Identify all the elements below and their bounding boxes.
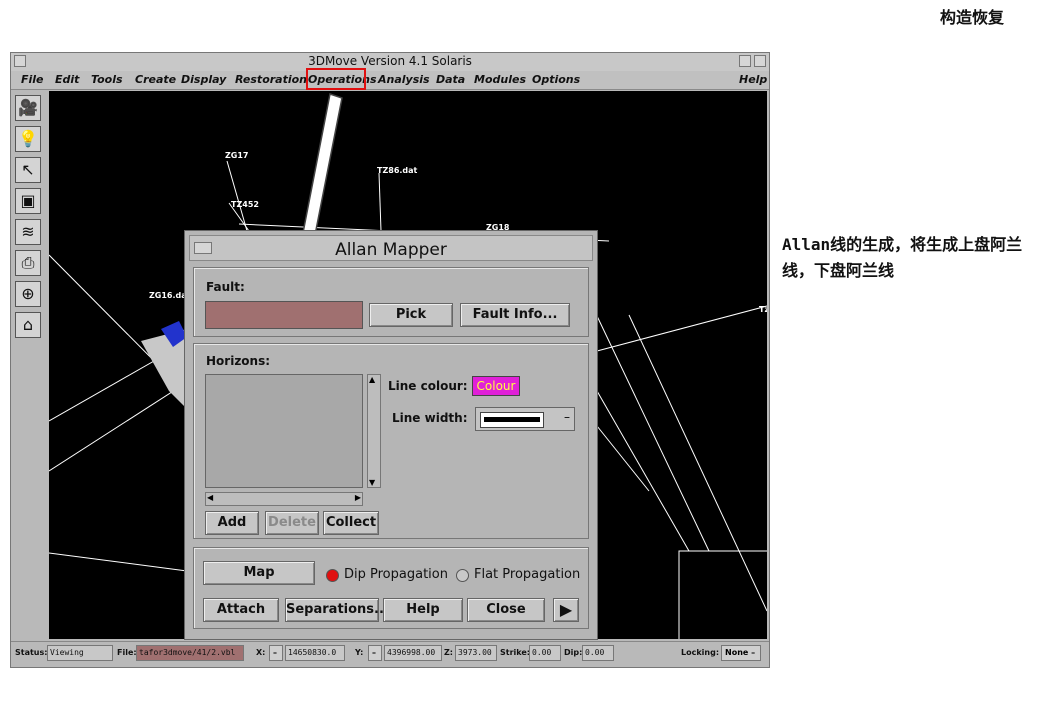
- y-label: Y:: [355, 648, 364, 657]
- fault-label: Fault:: [206, 280, 245, 294]
- printer-icon[interactable]: ⎙: [15, 250, 41, 276]
- line-width-selector[interactable]: –: [475, 407, 575, 431]
- flat-propagation-radio[interactable]: [456, 569, 469, 582]
- horizons-vertical-scrollbar[interactable]: ▲ ▼: [367, 374, 381, 488]
- menu-display[interactable]: Display: [181, 73, 226, 86]
- layers-icon[interactable]: ≋: [15, 219, 41, 245]
- lightbulb-icon[interactable]: 💡: [15, 126, 41, 152]
- add-button[interactable]: Add: [205, 511, 259, 535]
- horizons-label: Horizons:: [206, 354, 271, 368]
- well-label: TZ86.dat: [377, 166, 418, 175]
- strike-label: Strike:: [500, 648, 531, 657]
- line-width-label: Line width:: [392, 411, 468, 425]
- well-label: Tz: [759, 305, 767, 314]
- menu-file[interactable]: File: [21, 73, 44, 86]
- file-label: File:: [117, 648, 137, 657]
- dip-label: Dip:: [564, 648, 583, 657]
- y-dropdown[interactable]: –: [368, 645, 382, 661]
- menu-options[interactable]: Options: [532, 73, 580, 86]
- dialog-title: Allan Mapper: [335, 240, 447, 260]
- play-arrow-icon[interactable]: ▶: [553, 598, 579, 622]
- menu-edit[interactable]: Edit: [55, 73, 79, 86]
- corner-title: 构造恢复: [940, 8, 1005, 27]
- y-value: 4396998.00: [384, 645, 442, 661]
- operations-highlight-box: [306, 68, 366, 90]
- help-button[interactable]: Help: [383, 598, 463, 622]
- window-title: 3DMove Version 4.1 Solaris: [308, 54, 472, 68]
- fault-info-button[interactable]: Fault Info...: [460, 303, 570, 327]
- x-dropdown[interactable]: –: [269, 645, 283, 661]
- separations-button[interactable]: Separations...: [285, 598, 389, 622]
- delete-button[interactable]: Delete: [265, 511, 319, 535]
- tool-palette: 🎥 💡 ↖ ▣ ≋ ⎙ ⊕ ⌂: [15, 93, 45, 633]
- file-value: tafor3dmove/41/2.vbl: [136, 645, 244, 661]
- menu-modules[interactable]: Modules: [474, 73, 526, 86]
- well-label: TZ452: [231, 200, 259, 209]
- annotation-caption: Allan线的生成，将生成上盘阿兰线，下盘阿兰线: [782, 235, 1023, 280]
- box-icon[interactable]: ▣: [15, 188, 41, 214]
- scroll-up-icon[interactable]: ▲: [369, 375, 375, 384]
- fault-input[interactable]: [205, 301, 363, 329]
- map-button[interactable]: Map: [203, 561, 315, 585]
- home-icon[interactable]: ⌂: [15, 312, 41, 338]
- dip-propagation-radio[interactable]: [326, 569, 339, 582]
- menu-restoration[interactable]: Restoration: [235, 73, 307, 86]
- colour-button[interactable]: Colour: [472, 376, 520, 396]
- horizons-horizontal-scrollbar[interactable]: ◀ ▶: [205, 492, 363, 506]
- locking-label: Locking:: [681, 648, 720, 657]
- status-label: Status:: [15, 648, 48, 657]
- attach-button[interactable]: Attach: [203, 598, 279, 622]
- menu-create[interactable]: Create: [135, 73, 176, 86]
- strike-value: 0.00: [529, 645, 561, 661]
- menu-data[interactable]: Data: [436, 73, 465, 86]
- dropdown-icon[interactable]: –: [564, 410, 570, 424]
- minimize-button[interactable]: [739, 55, 751, 67]
- dip-value: 0.00: [582, 645, 614, 661]
- menu-analysis[interactable]: Analysis: [378, 73, 430, 86]
- well-label: ZG17: [225, 151, 249, 160]
- status-value: Viewing: [47, 645, 113, 661]
- status-bar: Status: Viewing File: tafor3dmove/41/2.v…: [11, 641, 769, 666]
- close-button[interactable]: Close: [467, 598, 545, 622]
- camera-icon[interactable]: 🎥: [15, 95, 41, 121]
- locking-value: None: [725, 648, 749, 657]
- horizons-list[interactable]: [205, 374, 363, 488]
- locking-dropdown[interactable]: None –: [721, 645, 761, 661]
- dialog-title-bar: Allan Mapper: [189, 235, 593, 261]
- x-value: 14650830.0: [285, 645, 345, 661]
- line-colour-label: Line colour:: [388, 379, 468, 393]
- scroll-left-icon[interactable]: ◀: [207, 493, 213, 502]
- title-bar: 3DMove Version 4.1 Solaris: [11, 53, 769, 72]
- flat-propagation-label: Flat Propagation: [474, 567, 581, 582]
- menu-bar: File Edit Tools Create Display Restorati…: [11, 71, 769, 90]
- z-value: 3973.00: [455, 645, 497, 661]
- crosshair-icon[interactable]: ⊕: [15, 281, 41, 307]
- allan-mapper-dialog: Allan Mapper Fault: Pick Fault Info... H…: [184, 230, 598, 640]
- menu-help[interactable]: Help: [739, 73, 767, 86]
- maximize-button[interactable]: [754, 55, 766, 67]
- scroll-down-icon[interactable]: ▼: [369, 478, 375, 487]
- dip-propagation-label: Dip Propagation: [344, 567, 448, 582]
- collect-button[interactable]: Collect: [323, 511, 379, 535]
- pick-button[interactable]: Pick: [369, 303, 453, 327]
- menu-tools[interactable]: Tools: [91, 73, 123, 86]
- scroll-right-icon[interactable]: ▶: [355, 493, 361, 502]
- z-label: Z:: [444, 648, 453, 657]
- pointer-arrow-icon[interactable]: ↖: [15, 157, 41, 183]
- x-label: X:: [256, 648, 266, 657]
